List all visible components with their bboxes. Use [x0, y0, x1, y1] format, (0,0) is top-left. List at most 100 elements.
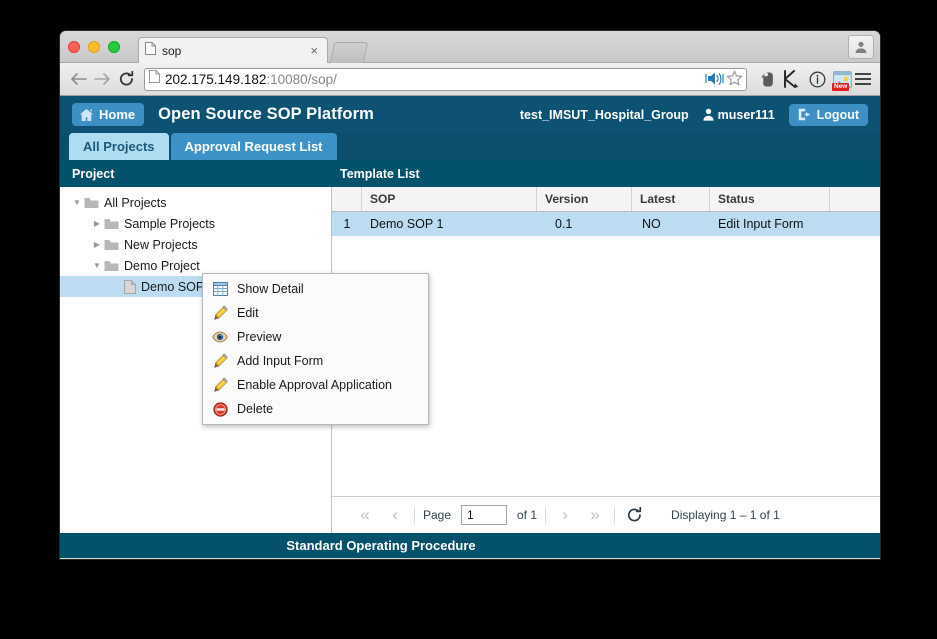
template-grid: SOP Version Latest Status 1 Demo SOP 1 0…: [332, 187, 880, 236]
star-icon[interactable]: [726, 70, 743, 87]
app-viewport: Home Open Source SOP Platform test_IMSUT…: [60, 96, 880, 558]
refresh-icon[interactable]: [623, 504, 645, 526]
app-tab-bar: All Projects Approval Request List: [60, 133, 880, 160]
extension-icons: New: [753, 68, 852, 91]
info-circle-icon[interactable]: [807, 68, 827, 90]
pencil-icon: [211, 304, 229, 322]
first-page-button[interactable]: «: [354, 504, 376, 526]
address-bar[interactable]: 202.175.149.182:10080/sop/: [144, 67, 747, 91]
toolbar-divider: [545, 507, 547, 523]
close-window-button[interactable]: [68, 41, 80, 53]
browser-window: sop × 202.175.149.182:10080/sop/ New Hom…: [60, 31, 880, 559]
page-icon: [149, 70, 160, 88]
pencil-icon: [211, 376, 229, 394]
user-name: muser111: [717, 107, 775, 122]
house-icon: [79, 108, 94, 122]
grid-column-header-status[interactable]: Status: [710, 187, 830, 211]
folder-icon: [84, 197, 99, 209]
grid-column-header-sop[interactable]: SOP: [362, 187, 537, 211]
document-icon: [124, 279, 136, 294]
app-footer: Standard Operating Procedure: [60, 533, 880, 558]
table-row[interactable]: 1 Demo SOP 1 0.1 NO Edit Input Form: [332, 212, 880, 236]
sidebar-item-new-projects[interactable]: ▶ New Projects: [60, 234, 331, 255]
folder-icon: [104, 260, 119, 272]
user-icon: [703, 108, 714, 121]
app-content: ▼ All Projects ▶ Sample Projects ▶ New P…: [60, 187, 880, 533]
new-badge: New: [832, 83, 850, 91]
context-menu-item-add-input-form[interactable]: Add Input Form: [203, 349, 428, 373]
context-menu-item-label: Edit: [237, 306, 259, 320]
context-menu-item-delete[interactable]: Delete: [203, 397, 428, 421]
omnibox-actions: [705, 70, 743, 87]
chevron-down-icon[interactable]: ▼: [90, 261, 104, 270]
screenshot-icon[interactable]: New: [832, 68, 852, 91]
logout-button-label: Logout: [816, 107, 859, 122]
cast-speaker-icon[interactable]: [705, 70, 724, 87]
context-menu-item-label: Add Input Form: [237, 354, 324, 368]
section-label-template-list: Template List: [340, 166, 420, 181]
toolbar-divider: [614, 507, 616, 523]
window-controls: [68, 41, 120, 53]
context-menu-item-preview[interactable]: Preview: [203, 325, 428, 349]
page-number-input[interactable]: [461, 505, 508, 525]
pagination-toolbar: « ‹ Page of 1 › »: [332, 496, 880, 533]
context-menu-item-label: Preview: [237, 330, 282, 344]
folder-icon: [104, 239, 119, 251]
context-menu-item-label: Enable Approval Application: [237, 378, 392, 392]
home-button[interactable]: Home: [72, 103, 145, 126]
grid-column-header-latest[interactable]: Latest: [632, 187, 710, 211]
logout-button[interactable]: Logout: [788, 103, 868, 126]
last-page-button[interactable]: »: [584, 504, 606, 526]
chevron-down-icon[interactable]: ▼: [70, 198, 84, 207]
browser-tab-strip: sop ×: [60, 31, 880, 63]
tab-approval-request-list[interactable]: Approval Request List: [170, 133, 337, 160]
grid-column-header-extra[interactable]: [830, 187, 880, 211]
eye-icon: [211, 328, 229, 346]
page-label: Page: [423, 508, 452, 522]
user-block[interactable]: muser111: [703, 108, 775, 122]
grid-column-header-version[interactable]: Version: [537, 187, 632, 211]
minimize-window-button[interactable]: [88, 41, 100, 53]
sidebar-item-sample-projects[interactable]: ▶ Sample Projects: [60, 213, 331, 234]
chevron-right-icon[interactable]: ▶: [90, 240, 104, 249]
chevron-right-icon[interactable]: ▶: [90, 219, 104, 228]
row-latest: NO: [642, 217, 661, 231]
grid-detail-icon: [211, 280, 229, 298]
tab-all-projects[interactable]: All Projects: [69, 133, 169, 160]
kami-arrow-icon[interactable]: [782, 68, 802, 90]
address-bar-url: 202.175.149.182:10080/sop/: [165, 72, 337, 87]
hamburger-menu-icon[interactable]: [852, 68, 874, 90]
section-label-project: Project: [72, 166, 115, 181]
browser-tab[interactable]: sop ×: [138, 37, 328, 63]
next-page-button[interactable]: ›: [554, 504, 576, 526]
logout-arrow-icon: [798, 108, 812, 121]
footer-text: Standard Operating Procedure: [286, 538, 476, 553]
browser-toolbar: 202.175.149.182:10080/sop/ New: [60, 63, 880, 96]
evernote-icon[interactable]: [757, 68, 777, 90]
new-tab-button[interactable]: [329, 42, 369, 63]
context-menu-item-edit[interactable]: Edit: [203, 301, 428, 325]
page-count-label: of 1: [517, 508, 538, 522]
grid-body: 1 Demo SOP 1 0.1 NO Edit Input Form: [332, 212, 880, 236]
forward-icon[interactable]: [90, 67, 114, 91]
prev-page-button[interactable]: ‹: [384, 504, 406, 526]
app-header: Home Open Source SOP Platform test_IMSUT…: [60, 96, 880, 133]
sidebar-item-label: Demo Project: [124, 258, 200, 273]
grid-column-header-num[interactable]: [332, 187, 362, 211]
back-icon[interactable]: [66, 67, 90, 91]
page-icon: [145, 41, 156, 60]
context-menu-item-enable-approval-application[interactable]: Enable Approval Application: [203, 373, 428, 397]
context-menu-item-show-detail[interactable]: Show Detail: [203, 277, 428, 301]
reload-icon[interactable]: [114, 67, 138, 91]
profile-avatar-icon[interactable]: [848, 35, 874, 59]
row-version: 0.1: [555, 217, 573, 231]
folder-icon: [104, 218, 119, 230]
pencil-icon: [211, 352, 229, 370]
row-extra: [830, 212, 880, 236]
row-status: Edit Input Form: [718, 217, 804, 231]
maximize-window-button[interactable]: [108, 41, 120, 53]
sidebar-item-all-projects[interactable]: ▼ All Projects: [60, 192, 331, 213]
home-button-label: Home: [99, 107, 136, 122]
row-sop: Demo SOP 1: [370, 217, 444, 231]
close-icon[interactable]: ×: [307, 44, 321, 57]
